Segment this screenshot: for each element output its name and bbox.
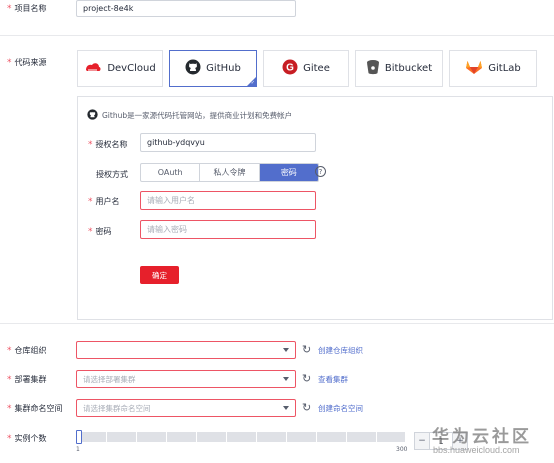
auth-method-password[interactable]: 密码 [259,164,318,181]
panel-description: Github是一家源代码托管网站，提供商业计划和免费帐户 [87,109,292,122]
gitee-icon: G [282,59,298,78]
github-icon [185,59,201,78]
check-icon: ✓ [250,80,255,86]
refresh-icon[interactable]: ↻ [302,401,311,414]
devcloud-icon [84,61,102,76]
svg-text:G: G [286,63,294,74]
repo-org-select[interactable] [76,341,296,359]
chevron-down-icon [283,377,289,381]
gitlab-icon [465,59,483,78]
namespace-label: * 集群命名空间 [7,403,63,414]
instances-label: * 实例个数 [7,433,47,444]
refresh-icon[interactable]: ↻ [302,343,311,356]
cluster-label: * 部署集群 [7,374,47,385]
github-auth-panel: Github是一家源代码托管网站，提供商业计划和免费帐户 * 授权名称 githu… [77,96,553,320]
auth-name-label: * 授权名称 [88,139,128,150]
instances-decrement-button[interactable]: − [414,432,430,450]
repo-org-label: * 仓库组织 [7,345,47,356]
help-icon[interactable]: ? [315,166,326,177]
github-icon [87,109,98,122]
auth-method-toggle: OAuth 私人令牌 密码 [140,163,319,182]
instances-slider-handle[interactable] [76,430,82,444]
username-label: * 用户名 [88,196,120,207]
cluster-select[interactable]: 请选择部署集群 [76,370,296,388]
instances-slider-track[interactable] [77,432,405,442]
source-gitee[interactable]: G Gitee [263,50,349,87]
namespace-select[interactable]: 请选择集群命名空间 [76,399,296,417]
create-repo-org-link[interactable]: 创建仓库组织 [318,345,363,356]
project-name-input[interactable]: project-8e4k [76,0,296,17]
refresh-icon[interactable]: ↻ [302,372,311,385]
bitbucket-icon [366,59,380,78]
slider-max-label: 300 [396,446,408,453]
username-input[interactable]: 请输入用户名 [140,191,316,210]
confirm-button[interactable]: 确定 [140,266,179,284]
chevron-down-icon [283,406,289,410]
password-label: * 密码 [88,226,112,237]
auth-method-token[interactable]: 私人令牌 [200,164,260,181]
source-devcloud[interactable]: DevCloud [77,50,163,87]
watermark-url: bbs.huaweicloud.com [433,445,520,455]
source-bitbucket[interactable]: Bitbucket [355,50,443,87]
auth-name-input[interactable]: github-ydqvyu [140,133,316,152]
chevron-down-icon [283,348,289,352]
view-cluster-link[interactable]: 查看集群 [318,374,348,385]
slider-min-label: 1 [76,446,80,453]
auth-method-oauth[interactable]: OAuth [141,164,201,181]
watermark-title: 华为云社区 [432,427,532,447]
create-namespace-link[interactable]: 创建命名空间 [318,403,363,414]
code-source-label: * 代码来源 [7,57,47,68]
divider [0,35,554,36]
source-github[interactable]: GitHub ✓ [169,50,257,87]
source-gitlab[interactable]: GitLab [449,50,537,87]
divider [0,323,554,324]
project-name-label: * 项目名称 [7,3,47,14]
password-input[interactable]: 请输入密码 [140,220,316,239]
auth-method-label: 授权方式 [96,170,128,179]
